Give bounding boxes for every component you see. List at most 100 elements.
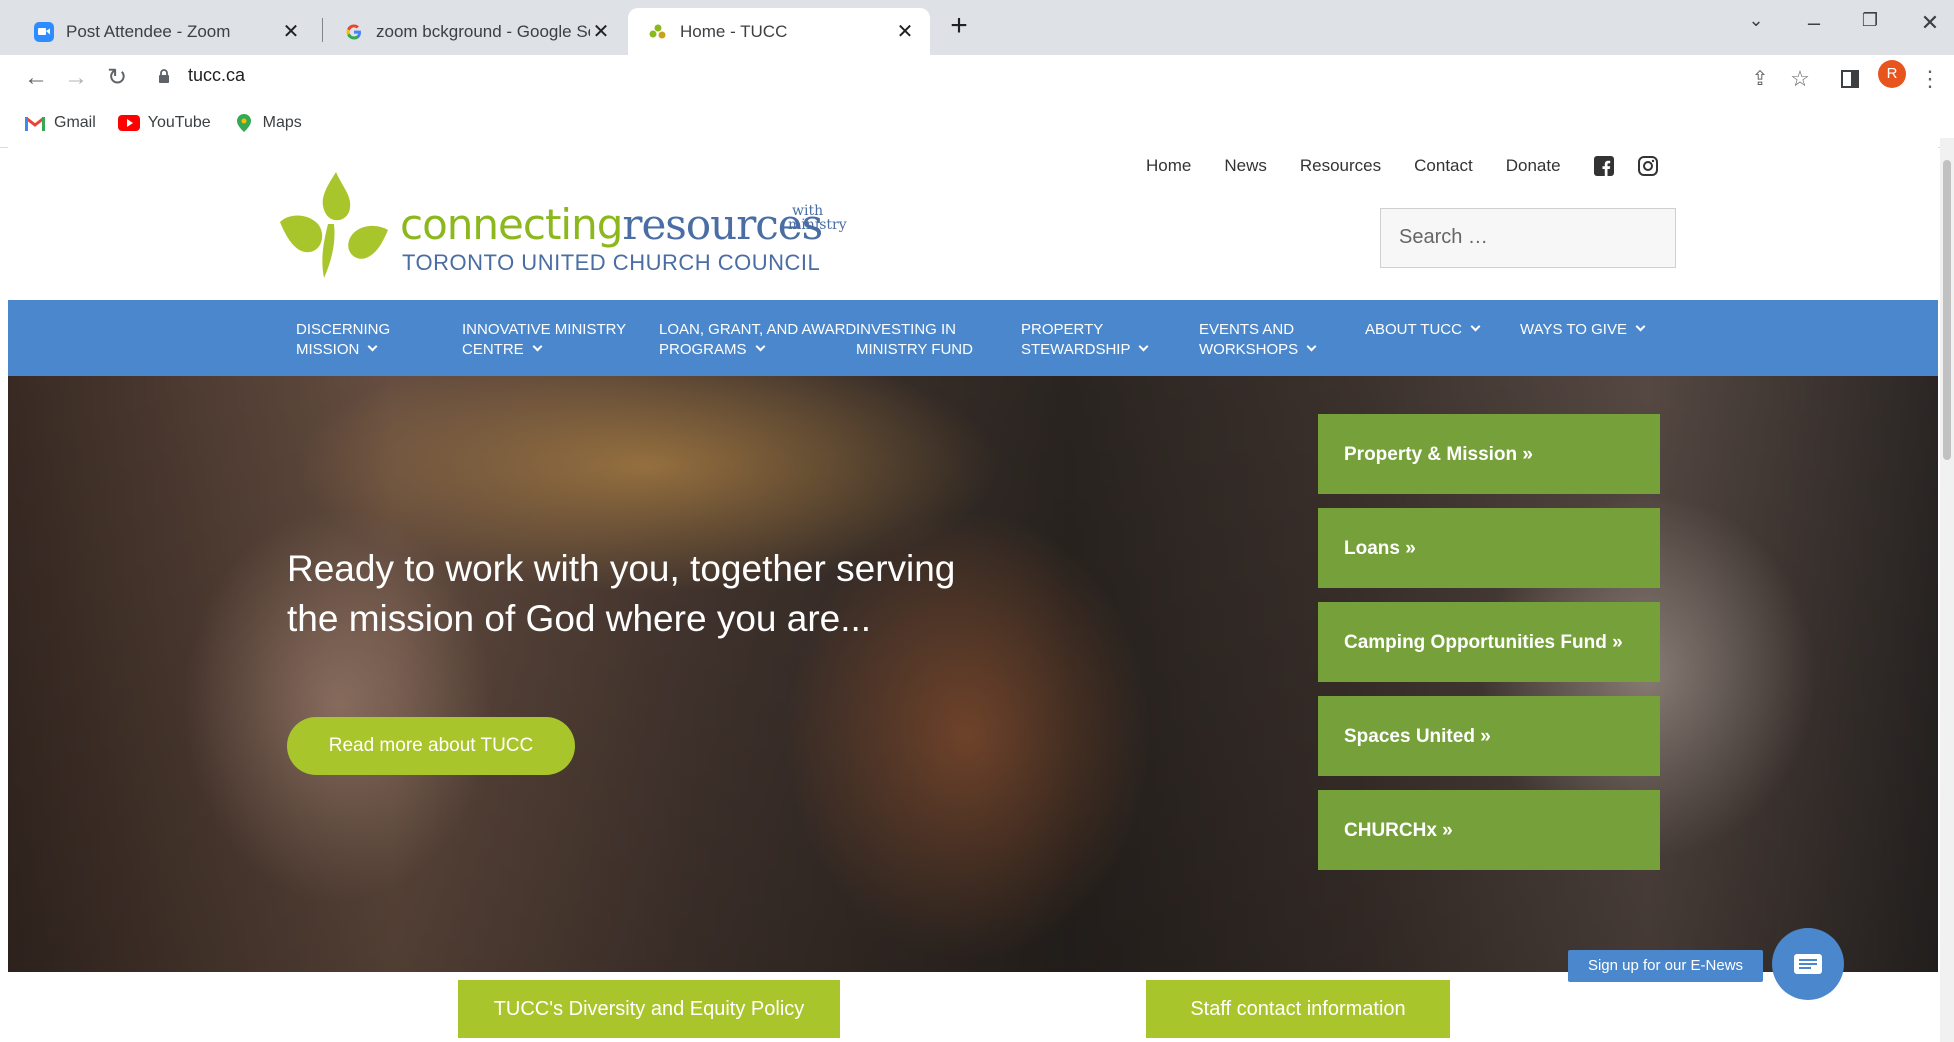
menu-label-line1: INNOVATIVE MINISTRY	[462, 321, 627, 338]
main-navigation: DISCERNING MISSION INNOVATIVE MINISTRY CEN…	[8, 300, 1938, 376]
restore-icon[interactable]: ❐	[1852, 10, 1888, 31]
close-tab-icon[interactable]: ✕	[894, 21, 916, 43]
bookmark-label: YouTube	[147, 114, 211, 131]
tab-title: zoom bckground - Google Search	[376, 21, 590, 41]
address-bar[interactable]: tucc.ca	[188, 65, 245, 86]
menu-property-stewardship[interactable]: PROPERTY STEWARDSHIP	[1021, 320, 1149, 360]
chevron-down-icon	[1470, 321, 1481, 332]
tab-tucc[interactable]: Home - TUCC ✕	[628, 8, 930, 55]
youtube-icon	[117, 115, 140, 131]
back-icon[interactable]: ←	[18, 60, 54, 96]
menu-label-line2: WORKSHOPS	[1199, 341, 1299, 358]
menu-loan-grant-award-programs[interactable]: LOAN, GRANT, AND AWARD PROGRAMS	[659, 320, 856, 360]
diversity-policy-button[interactable]: TUCC's Diversity and Equity Policy	[458, 980, 840, 1038]
menu-label-line2: PROGRAMS	[659, 341, 747, 358]
instagram-icon[interactable]	[1637, 156, 1658, 176]
profile-avatar[interactable]: R	[1878, 60, 1906, 88]
nav-contact[interactable]: Contact	[1414, 156, 1473, 176]
search-input[interactable]: Search …	[1380, 208, 1676, 268]
share-icon[interactable]: ⇪	[1744, 63, 1776, 95]
tab-google[interactable]: zoom bckground - Google Search ✕	[324, 8, 626, 55]
nav-news[interactable]: News	[1224, 156, 1267, 176]
logo-with-ministry: with ministry	[788, 204, 847, 232]
tab-divider	[322, 18, 323, 42]
reload-icon[interactable]: ↻	[99, 60, 135, 96]
logo-drops-icon	[280, 172, 388, 278]
menu-icon[interactable]: ⋮	[1914, 63, 1946, 95]
top-navigation: Home News Resources Contact Donate	[1146, 156, 1682, 176]
menu-about-tucc[interactable]: ABOUT TUCC	[1365, 320, 1481, 340]
close-window-icon[interactable]: ✕	[1912, 10, 1948, 36]
logo-wordmark: connectingresources	[400, 200, 823, 249]
bookmark-maps[interactable]: Maps	[233, 114, 302, 132]
bookmark-star-icon[interactable]: ☆	[1784, 63, 1816, 95]
menu-label-line1: EVENTS AND	[1199, 321, 1295, 338]
maps-icon	[233, 114, 255, 132]
side-panel-icon[interactable]	[1834, 63, 1866, 95]
newsletter-icon	[1794, 954, 1822, 974]
bookmark-label: Maps	[262, 114, 302, 131]
card-spaces-united[interactable]: Spaces United »	[1318, 696, 1660, 776]
chevron-down-icon	[1306, 341, 1317, 352]
enews-button[interactable]	[1772, 928, 1844, 1000]
scrollbar-thumb[interactable]	[1943, 160, 1951, 460]
nav-resources[interactable]: Resources	[1300, 156, 1381, 176]
nav-donate[interactable]: Donate	[1506, 156, 1561, 176]
menu-events-and-workshops[interactable]: EVENTS AND WORKSHOPS	[1199, 320, 1317, 360]
menu-label-line1: PROPERTY	[1021, 321, 1104, 338]
menu-label-line1: LOAN, GRANT, AND AWARD	[659, 321, 857, 338]
menu-label-line1: INVESTING IN	[856, 321, 957, 338]
tab-search-icon[interactable]: ⌄	[1738, 10, 1774, 31]
read-more-button[interactable]: Read more about TUCC	[287, 717, 575, 775]
tab-title: Post Attendee - Zoom	[66, 21, 231, 41]
hero-banner: Ready to work with you, together serving…	[8, 376, 1938, 972]
chevron-down-icon	[367, 341, 378, 352]
menu-investing-in-ministry-fund[interactable]: INVESTING IN MINISTRY FUND	[856, 320, 973, 360]
logo-with: with	[792, 203, 824, 219]
logo-word-connecting: connecting	[400, 200, 623, 249]
menu-label-line1: WAYS TO GIVE	[1520, 321, 1627, 338]
staff-contact-button[interactable]: Staff contact information	[1146, 980, 1450, 1038]
zoom-icon	[34, 21, 54, 42]
tab-zoom[interactable]: Post Attendee - Zoom ✕	[14, 8, 316, 55]
menu-label-line2: MINISTRY FUND	[856, 341, 973, 358]
menu-discerning-mission[interactable]: DISCERNING MISSION	[296, 320, 390, 360]
nav-home[interactable]: Home	[1146, 156, 1191, 176]
bookmark-youtube[interactable]: YouTube	[117, 114, 211, 132]
card-loans[interactable]: Loans »	[1318, 508, 1660, 588]
forward-icon[interactable]: →	[58, 60, 94, 96]
tucc-icon	[648, 22, 668, 42]
browser-toolbar: ← → ↻ tucc.ca ⇪ ☆ ⋮ Gmail YouTube Maps	[0, 55, 1954, 148]
new-tab-icon[interactable]: +	[944, 11, 974, 42]
menu-label-line1: DISCERNING	[296, 321, 391, 338]
menu-label-line2: CENTRE	[462, 341, 524, 358]
enews-signup-label[interactable]: Sign up for our E-News	[1568, 950, 1763, 982]
chevron-down-icon	[532, 341, 543, 352]
chevron-down-icon	[1139, 341, 1149, 352]
card-property-mission[interactable]: Property & Mission »	[1318, 414, 1660, 494]
facebook-icon[interactable]	[1593, 156, 1614, 176]
close-tab-icon[interactable]: ✕	[280, 21, 302, 43]
tab-strip: Post Attendee - Zoom ✕ zoom bckground - …	[0, 0, 1954, 55]
webpage: connectingresources with ministry TORONTO…	[8, 138, 1938, 1042]
card-camping-fund[interactable]: Camping Opportunities Fund »	[1318, 602, 1660, 682]
menu-label-line2: STEWARDSHIP	[1021, 341, 1131, 358]
logo-ministry: ministry	[788, 217, 847, 233]
gmail-icon	[24, 115, 46, 131]
google-icon	[344, 22, 364, 42]
bookmarks-bar: Gmail YouTube Maps	[0, 103, 324, 143]
minimize-icon[interactable]: –	[1796, 10, 1832, 36]
tab-title: Home - TUCC	[680, 21, 788, 41]
card-churchx[interactable]: CHURCHx »	[1318, 790, 1660, 870]
page-scrollbar[interactable]	[1940, 138, 1954, 1042]
close-tab-icon[interactable]: ✕	[590, 21, 612, 43]
lock-icon[interactable]	[158, 69, 170, 83]
chevron-down-icon	[1635, 321, 1646, 332]
bookmark-gmail[interactable]: Gmail	[24, 114, 96, 132]
chevron-down-icon	[755, 341, 765, 352]
menu-label-line2: MISSION	[296, 341, 360, 358]
hero-headline: Ready to work with you, together serving…	[287, 548, 956, 639]
menu-ways-to-give[interactable]: WAYS TO GIVE	[1520, 320, 1646, 340]
menu-innovative-ministry-centre[interactable]: INNOVATIVE MINISTRY CENTRE	[462, 320, 626, 360]
site-logo[interactable]: connectingresources with ministry TORONTO…	[278, 170, 858, 280]
